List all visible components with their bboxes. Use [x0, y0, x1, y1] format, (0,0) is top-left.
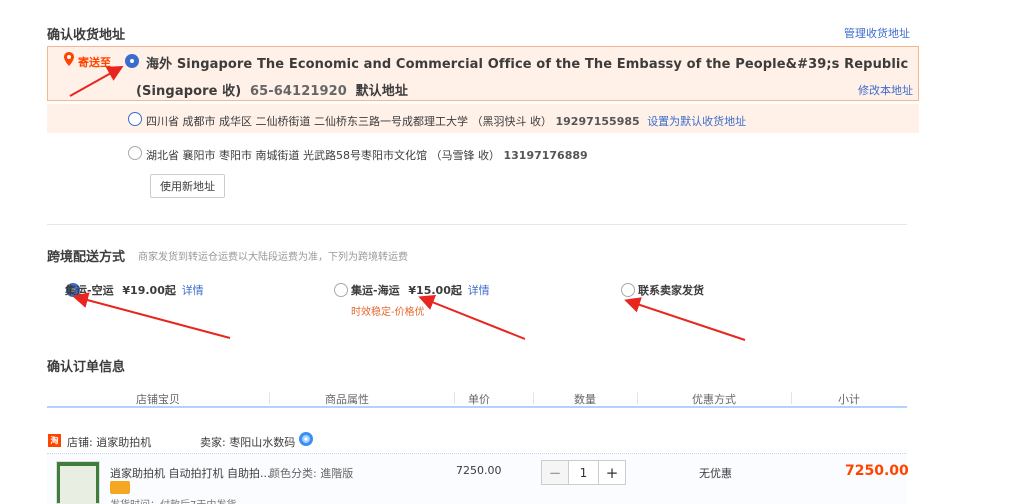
col-header-attr: 商品属性	[325, 393, 369, 406]
shipping-air-detail-link[interactable]: 详情	[182, 284, 204, 297]
selected-address-line1: 海外 Singapore The Economic and Commercial…	[146, 57, 909, 72]
col-header-price: 单价	[468, 393, 490, 406]
address-radio-1[interactable]	[128, 112, 142, 126]
wangwang-chat-icon[interactable]	[298, 431, 314, 447]
credit-card-icon	[110, 481, 130, 494]
ship-time: 发货时间：付款后7天内发货	[110, 496, 236, 504]
address-option-1: 四川省 成都市 成华区 二仙桥街道 二仙桥东三路一号成都理工大学 （黑羽快斗 收…	[146, 113, 746, 129]
shipping-radio-sea[interactable]	[334, 283, 348, 297]
col-header-discount: 优惠方式	[692, 393, 736, 406]
quantity-input[interactable]: 1	[568, 461, 599, 484]
address-option-1-text: 四川省 成都市 成华区 二仙桥街道 二仙桥东三路一号成都理工大学 （黑羽快斗 收…	[146, 115, 552, 128]
address-section-title: 确认收货地址	[47, 28, 126, 43]
address-radio-2[interactable]	[128, 146, 142, 160]
order-section-title: 确认订单信息	[47, 360, 126, 375]
shipping-sea-note: 时效稳定-价格优	[351, 307, 425, 318]
discount-method: 无优惠	[699, 467, 732, 480]
shipping-option-seller[interactable]: 联系卖家发货	[638, 282, 704, 298]
order-table-header: 店铺宝贝 商品属性 单价 数量 优惠方式 小计	[47, 388, 907, 408]
send-to-label: 寄送至	[78, 56, 111, 69]
taobao-shop-icon: 淘	[48, 434, 61, 447]
address-radio-selected[interactable]	[125, 54, 139, 68]
item-subtotal: 7250.00	[845, 463, 909, 479]
col-header-subtotal: 小计	[838, 393, 860, 406]
address-option-2: 湖北省 襄阳市 枣阳市 南城街道 光武路58号枣阳市文化馆 （马雪锋 收） 13…	[146, 147, 588, 163]
quantity-stepper[interactable]: − 1 +	[541, 460, 626, 485]
use-new-address-button[interactable]: 使用新地址	[150, 174, 225, 198]
shipping-air-price: ¥19.00起	[122, 284, 176, 297]
set-default-address-link[interactable]: 设置为默认收货地址	[647, 115, 746, 128]
arrow-to-seller-shipping	[624, 297, 746, 341]
manage-address-link[interactable]: 管理收货地址	[844, 25, 910, 41]
product-attribute: 颜色分类: 進階版	[269, 467, 354, 480]
shipping-option-air[interactable]: 集运-空运 ¥19.00起 详情	[65, 282, 204, 298]
shipping-hint: 商家发货到转运仓运费以大陆段运费为准，下列为跨境转运费	[138, 252, 408, 263]
section-divider	[47, 224, 907, 225]
col-header-item: 店铺宝贝	[136, 393, 180, 406]
shipping-air-name: 集运-空运	[65, 284, 114, 297]
product-thumbnail-image	[60, 466, 96, 504]
arrow-to-air-shipping	[72, 292, 231, 339]
product-title[interactable]: 逍家助拍机 自动拍打机 自助拍...	[110, 465, 270, 481]
unit-price: 7250.00	[456, 464, 502, 477]
address-option-1-phone: 19297155985	[555, 115, 640, 128]
shipping-section-title: 跨境配送方式	[47, 250, 126, 265]
recipient-name: (Singapore 收)	[136, 84, 242, 99]
selected-address-line2: (Singapore 收) 65-64121920 默认地址	[136, 80, 408, 99]
quantity-decrease-button[interactable]: −	[542, 461, 568, 484]
seller-name[interactable]: 卖家: 枣阳山水数码	[200, 434, 295, 450]
col-header-qty: 数量	[574, 393, 596, 406]
edit-address-link[interactable]: 修改本地址	[858, 82, 913, 98]
shipping-sea-name: 集运-海运	[351, 284, 400, 297]
default-address-label: 默认地址	[355, 84, 408, 99]
recipient-phone: 65-64121920	[249, 84, 347, 99]
shipping-radio-seller[interactable]	[621, 283, 635, 297]
location-pin-icon	[64, 52, 74, 66]
arrow-to-sea-shipping	[418, 295, 526, 340]
shipping-sea-detail-link[interactable]: 详情	[468, 284, 490, 297]
address-option-2-text: 湖北省 襄阳市 枣阳市 南城街道 光武路58号枣阳市文化馆 （马雪锋 收）	[146, 149, 500, 162]
address-option-2-phone: 13197176889	[503, 149, 588, 162]
shipping-sea-price: ¥15.00起	[408, 284, 462, 297]
shop-name[interactable]: 店铺: 逍家助拍机	[67, 434, 151, 450]
quantity-increase-button[interactable]: +	[599, 461, 625, 484]
shipping-option-sea[interactable]: 集运-海运 ¥15.00起 详情	[351, 282, 490, 298]
